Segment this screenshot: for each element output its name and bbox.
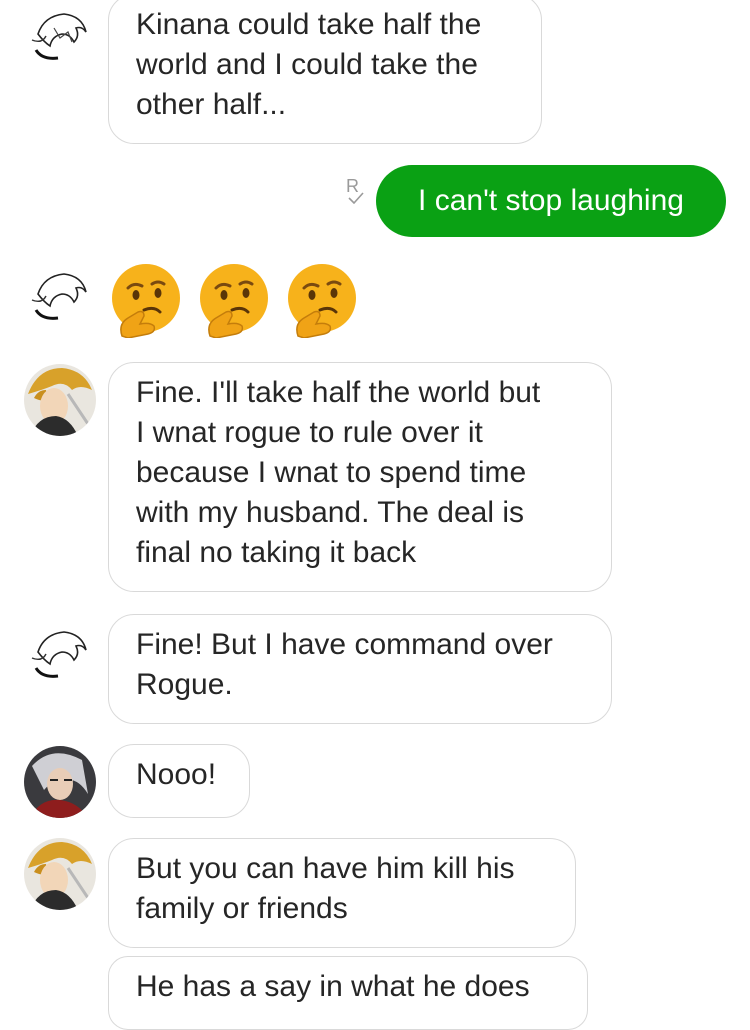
sent-message-bubble[interactable]: I can't stop laughing (376, 165, 726, 237)
received-message-bubble[interactable]: Fine. I'll take half the world but I wna… (108, 362, 612, 592)
thinking-face-icon (284, 262, 360, 339)
avatar-dark[interactable] (24, 746, 96, 818)
received-message-bubble[interactable]: Fine! But I have command over Rogue. (108, 614, 612, 724)
thinking-face-icon (196, 262, 272, 339)
avatar-sketch[interactable] (24, 622, 96, 694)
thinking-face-icon (108, 262, 184, 339)
received-message-bubble[interactable]: Kinana could take half the world and I c… (108, 0, 542, 144)
avatar-blond[interactable] (24, 364, 96, 436)
avatar-sketch[interactable] (24, 264, 96, 336)
avatar-blond[interactable] (24, 838, 96, 910)
received-message-bubble[interactable]: Nooo! (108, 744, 250, 818)
received-message-bubble[interactable]: He has a say in what he does (108, 956, 588, 1030)
read-receipt-icon: R (344, 176, 370, 208)
avatar-sketch[interactable] (24, 4, 96, 76)
received-message-bubble[interactable]: But you can have him kill his family or … (108, 838, 576, 948)
